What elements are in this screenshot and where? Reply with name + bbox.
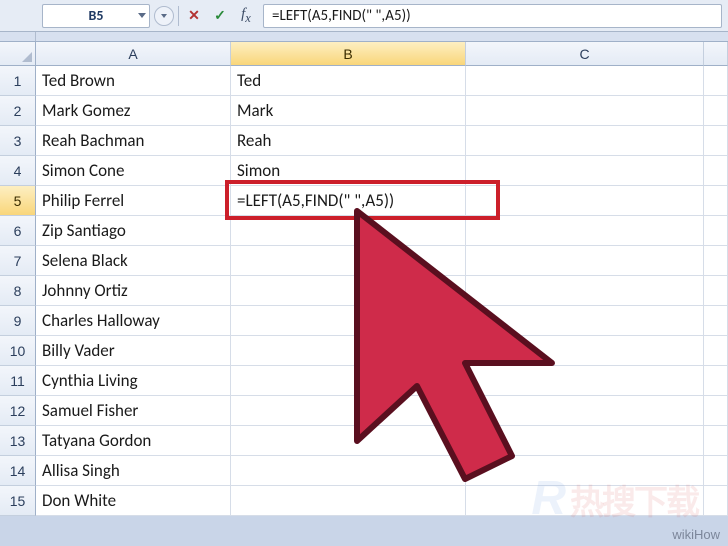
formula-input[interactable]: =LEFT(A5,FIND(" ",A5)) — [263, 4, 722, 28]
row-header-9[interactable]: 9 — [0, 306, 36, 336]
name-box-dropdown[interactable] — [154, 6, 174, 26]
cell-B14[interactable] — [231, 456, 466, 486]
cell-B3[interactable]: Reah — [231, 126, 466, 156]
name-box[interactable]: B5 — [42, 4, 150, 28]
separator — [178, 6, 179, 26]
fx-icon: fx — [241, 6, 251, 26]
cell-C11[interactable] — [466, 366, 704, 396]
formula-text: =LEFT(A5,FIND(" ",A5)) — [272, 7, 411, 25]
cell-A3[interactable]: Reah Bachman — [36, 126, 231, 156]
check-icon: ✓ — [214, 7, 226, 24]
cell-B12[interactable] — [231, 396, 466, 426]
row-header-10[interactable]: 10 — [0, 336, 36, 366]
cell-overflow-9[interactable] — [704, 306, 728, 336]
spreadsheet-grid[interactable]: ABC 1Ted BrownTed 2Mark GomezMark 3Reah Bac… — [0, 42, 728, 516]
cell-A13[interactable]: Tatyana Gordon — [36, 426, 231, 456]
row-header-14[interactable]: 14 — [0, 456, 36, 486]
cell-B8[interactable] — [231, 276, 466, 306]
cell-A11[interactable]: Cynthia Living — [36, 366, 231, 396]
cell-A12[interactable]: Samuel Fisher — [36, 396, 231, 426]
cell-overflow-15[interactable] — [704, 486, 728, 516]
cell-C2[interactable] — [466, 96, 704, 126]
cell-B6[interactable] — [231, 216, 466, 246]
cell-overflow-8[interactable] — [704, 276, 728, 306]
watermark-text: wikiHow — [672, 527, 720, 542]
cell-C8[interactable] — [466, 276, 704, 306]
cell-A8[interactable]: Johnny Ortiz — [36, 276, 231, 306]
cell-C5[interactable] — [466, 186, 704, 216]
cell-overflow-6[interactable] — [704, 216, 728, 246]
cell-B5[interactable]: =LEFT(A5,FIND(" ",A5)) — [231, 186, 466, 216]
sheet-divider — [0, 32, 728, 42]
row-header-15[interactable]: 15 — [0, 486, 36, 516]
cell-A5[interactable]: Philip Ferrel — [36, 186, 231, 216]
cell-C9[interactable] — [466, 306, 704, 336]
cell-B1[interactable]: Ted — [231, 66, 466, 96]
background-watermark-logo: R热搜下载 — [531, 471, 698, 526]
x-icon: ✕ — [188, 7, 200, 24]
column-header-A[interactable]: A — [36, 42, 231, 66]
row-header-11[interactable]: 11 — [0, 366, 36, 396]
row-header-7[interactable]: 7 — [0, 246, 36, 276]
cell-B7[interactable] — [231, 246, 466, 276]
cell-B13[interactable] — [231, 426, 466, 456]
cell-C10[interactable] — [466, 336, 704, 366]
cell-C7[interactable] — [466, 246, 704, 276]
row-header-8[interactable]: 8 — [0, 276, 36, 306]
cell-B15[interactable] — [231, 486, 466, 516]
cell-B10[interactable] — [231, 336, 466, 366]
cell-overflow-7[interactable] — [704, 246, 728, 276]
cell-A14[interactable]: Allisa Singh — [36, 456, 231, 486]
cell-B4[interactable]: Simon — [231, 156, 466, 186]
cell-overflow-3[interactable] — [704, 126, 728, 156]
cell-A10[interactable]: Billy Vader — [36, 336, 231, 366]
cell-A4[interactable]: Simon Cone — [36, 156, 231, 186]
row-header-13[interactable]: 13 — [0, 426, 36, 456]
column-header-B[interactable]: B — [231, 42, 466, 66]
cell-overflow-10[interactable] — [704, 336, 728, 366]
cell-A15[interactable]: Don White — [36, 486, 231, 516]
cell-A7[interactable]: Selena Black — [36, 246, 231, 276]
name-box-value: B5 — [89, 7, 104, 24]
cell-C12[interactable] — [466, 396, 704, 426]
cell-A2[interactable]: Mark Gomez — [36, 96, 231, 126]
cell-overflow-1[interactable] — [704, 66, 728, 96]
column-header-C[interactable]: C — [466, 42, 704, 66]
row-header-3[interactable]: 3 — [0, 126, 36, 156]
chevron-down-icon[interactable] — [138, 13, 146, 18]
row-header-6[interactable]: 6 — [0, 216, 36, 246]
cell-overflow-13[interactable] — [704, 426, 728, 456]
row-header-2[interactable]: 2 — [0, 96, 36, 126]
formula-bar: B5 ✕ ✓ fx =LEFT(A5,FIND(" ",A5)) — [0, 0, 728, 32]
cell-C4[interactable] — [466, 156, 704, 186]
cell-B2[interactable]: Mark — [231, 96, 466, 126]
cell-B11[interactable] — [231, 366, 466, 396]
cell-C1[interactable] — [466, 66, 704, 96]
cell-A1[interactable]: Ted Brown — [36, 66, 231, 96]
cell-B9[interactable] — [231, 306, 466, 336]
formula-cancel-button[interactable]: ✕ — [183, 5, 205, 27]
chevron-down-icon — [161, 14, 167, 18]
row-header-4[interactable]: 4 — [0, 156, 36, 186]
cell-overflow-2[interactable] — [704, 96, 728, 126]
cell-overflow-14[interactable] — [704, 456, 728, 486]
insert-function-button[interactable]: fx — [235, 5, 257, 27]
column-header-overflow[interactable] — [704, 42, 728, 66]
formula-enter-button[interactable]: ✓ — [209, 5, 231, 27]
select-all-corner[interactable] — [0, 42, 36, 66]
cell-C6[interactable] — [466, 216, 704, 246]
cell-A9[interactable]: Charles Halloway — [36, 306, 231, 336]
row-header-1[interactable]: 1 — [0, 66, 36, 96]
cell-overflow-12[interactable] — [704, 396, 728, 426]
cell-A6[interactable]: Zip Santiago — [36, 216, 231, 246]
cell-overflow-4[interactable] — [704, 156, 728, 186]
cell-overflow-11[interactable] — [704, 366, 728, 396]
row-header-5[interactable]: 5 — [0, 186, 36, 216]
row-header-12[interactable]: 12 — [0, 396, 36, 426]
cell-overflow-5[interactable] — [704, 186, 728, 216]
cell-C13[interactable] — [466, 426, 704, 456]
cell-C3[interactable] — [466, 126, 704, 156]
